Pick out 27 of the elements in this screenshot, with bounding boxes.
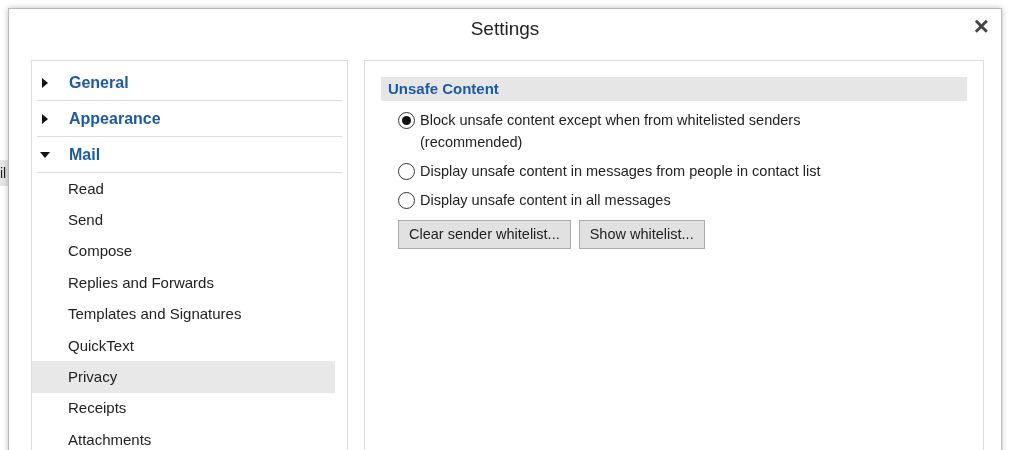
sidebar-group-header[interactable]: Mail [37, 137, 342, 173]
radio-label[interactable]: Block unsafe content except when from whitelisted senders (recommended) [420, 109, 860, 153]
triangle-right-icon [40, 113, 50, 124]
sidebar-item[interactable]: Compose [32, 235, 335, 268]
background-text: il [0, 164, 8, 183]
sidebar-item[interactable]: QuickText [32, 329, 335, 362]
radio-label[interactable]: Display unsafe content in all messages [420, 189, 671, 211]
triangle-right-icon [40, 77, 50, 88]
radio-button[interactable] [398, 163, 415, 180]
radio-label[interactable]: Display unsafe content in messages from people in contact list [420, 160, 821, 182]
sidebar-item[interactable]: Replies and Forwards [32, 267, 335, 299]
section-header: Unsafe Content [381, 77, 967, 101]
close-button[interactable]: × [973, 13, 989, 39]
radio-button[interactable] [398, 112, 415, 129]
sidebar-group-header[interactable]: General [37, 65, 342, 101]
sidebar-item[interactable]: Privacy [32, 361, 335, 393]
whitelist-button[interactable]: Show whitelist... [578, 220, 705, 249]
sidebar-item[interactable]: Receipts [32, 392, 335, 425]
sidebar-item[interactable]: Attachments [32, 424, 335, 450]
dialog-title: Settings [470, 17, 540, 42]
whitelist-button[interactable]: Clear sender whitelist... [398, 220, 571, 249]
sidebar-item[interactable]: Templates and Signatures [32, 298, 335, 330]
sidebar-item[interactable]: Read [32, 173, 335, 205]
sidebar-item[interactable]: Send [32, 204, 335, 236]
radio-button[interactable] [398, 192, 415, 209]
triangle-down-icon [40, 149, 50, 160]
sidebar-group-header[interactable]: Appearance [37, 101, 342, 137]
